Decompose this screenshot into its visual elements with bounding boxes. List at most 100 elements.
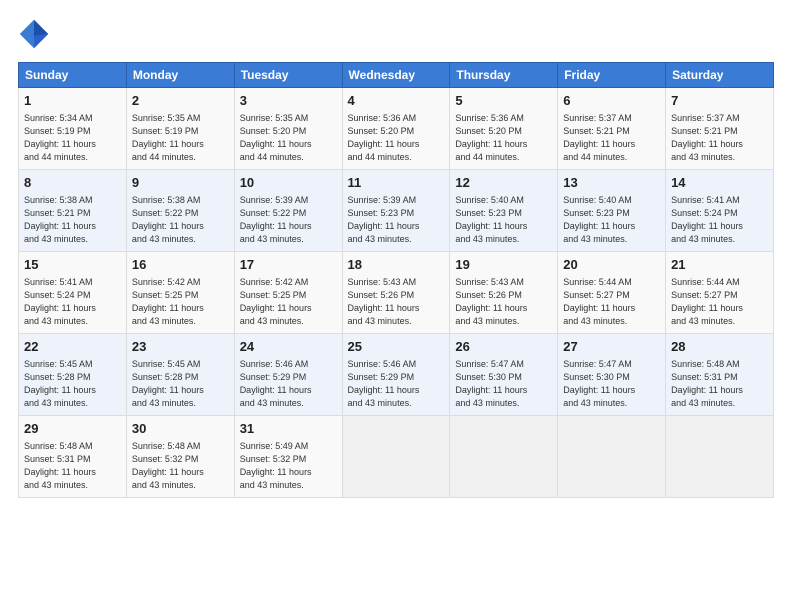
day-number: 13 [563, 174, 660, 192]
day-cell: 3 Sunrise: 5:35 AM Sunset: 5:20 PM Daylig… [234, 88, 342, 170]
day-cell: 12 Sunrise: 5:40 AM Sunset: 5:23 PM Dayli… [450, 170, 558, 252]
day-info: Sunrise: 5:35 AM Sunset: 5:20 PM Dayligh… [240, 112, 337, 164]
day-cell: 22Sunrise: 5:45 AM Sunset: 5:28 PM Dayli… [19, 334, 127, 416]
week-row-3: 15 Sunrise: 5:41 AM Sunset: 5:24 PM Dayli… [19, 252, 774, 334]
day-number: 8 [24, 174, 121, 192]
day-number: 30 [132, 420, 229, 438]
day-info: Sunrise: 5:36 AM Sunset: 5:20 PM Dayligh… [455, 112, 552, 164]
day-info: Sunrise: 5:42 AM Sunset: 5:25 PM Dayligh… [132, 276, 229, 328]
day-info: Sunrise: 5:43 AM Sunset: 5:26 PM Dayligh… [348, 276, 445, 328]
day-cell: 24 Sunrise: 5:46 AM Sunset: 5:29 PM Dayli… [234, 334, 342, 416]
day-cell: 11 Sunrise: 5:39 AM Sunset: 5:23 PM Dayli… [342, 170, 450, 252]
day-number: 3 [240, 92, 337, 110]
day-cell: 26 Sunrise: 5:47 AM Sunset: 5:30 PM Dayli… [450, 334, 558, 416]
day-cell: 19Sunrise: 5:43 AM Sunset: 5:26 PM Dayli… [450, 252, 558, 334]
day-info: Sunrise: 5:41 AM Sunset: 5:24 PM Dayligh… [24, 276, 121, 328]
day-cell: 15 Sunrise: 5:41 AM Sunset: 5:24 PM Dayli… [19, 252, 127, 334]
day-info: Sunrise: 5:44 AM Sunset: 5:27 PM Dayligh… [563, 276, 660, 328]
calendar-header: SundayMondayTuesdayWednesdayThursdayFrid… [19, 63, 774, 88]
day-cell: 16 Sunrise: 5:42 AM Sunset: 5:25 PM Dayli… [126, 252, 234, 334]
day-info: Sunrise: 5:35 AM Sunset: 5:19 PM Dayligh… [132, 112, 229, 164]
day-info: Sunrise: 5:48 AM Sunset: 5:31 PM Dayligh… [671, 358, 768, 410]
day-number: 16 [132, 256, 229, 274]
day-cell: 28 Sunrise: 5:48 AM Sunset: 5:31 PM Dayli… [666, 334, 774, 416]
day-number: 12 [455, 174, 552, 192]
day-number: 2 [132, 92, 229, 110]
day-info: Sunrise: 5:41 AM Sunset: 5:24 PM Dayligh… [671, 194, 768, 246]
day-info: Sunrise: 5:39 AM Sunset: 5:23 PM Dayligh… [348, 194, 445, 246]
day-info: Sunrise: 5:48 AM Sunset: 5:31 PM Dayligh… [24, 440, 121, 492]
day-number: 7 [671, 92, 768, 110]
logo-icon [18, 18, 50, 50]
header-cell-friday: Friday [558, 63, 666, 88]
day-cell [666, 416, 774, 498]
header-cell-monday: Monday [126, 63, 234, 88]
header [18, 18, 774, 50]
header-cell-wednesday: Wednesday [342, 63, 450, 88]
calendar-table: SundayMondayTuesdayWednesdayThursdayFrid… [18, 62, 774, 498]
day-number: 11 [348, 174, 445, 192]
day-cell [342, 416, 450, 498]
day-number: 18 [348, 256, 445, 274]
week-row-5: 29Sunrise: 5:48 AM Sunset: 5:31 PM Dayli… [19, 416, 774, 498]
day-number: 14 [671, 174, 768, 192]
day-number: 9 [132, 174, 229, 192]
day-number: 25 [348, 338, 445, 356]
day-number: 17 [240, 256, 337, 274]
day-number: 23 [132, 338, 229, 356]
logo [18, 18, 54, 50]
day-info: Sunrise: 5:39 AM Sunset: 5:22 PM Dayligh… [240, 194, 337, 246]
day-info: Sunrise: 5:38 AM Sunset: 5:22 PM Dayligh… [132, 194, 229, 246]
day-number: 26 [455, 338, 552, 356]
day-number: 24 [240, 338, 337, 356]
day-cell: 2 Sunrise: 5:35 AM Sunset: 5:19 PM Daylig… [126, 88, 234, 170]
header-cell-tuesday: Tuesday [234, 63, 342, 88]
day-cell: 13 Sunrise: 5:40 AM Sunset: 5:23 PM Dayli… [558, 170, 666, 252]
day-info: Sunrise: 5:48 AM Sunset: 5:32 PM Dayligh… [132, 440, 229, 492]
day-cell: 30 Sunrise: 5:48 AM Sunset: 5:32 PM Dayli… [126, 416, 234, 498]
day-info: Sunrise: 5:34 AM Sunset: 5:19 PM Dayligh… [24, 112, 121, 164]
day-number: 28 [671, 338, 768, 356]
day-number: 22 [24, 338, 121, 356]
day-number: 31 [240, 420, 337, 438]
day-info: Sunrise: 5:45 AM Sunset: 5:28 PM Dayligh… [132, 358, 229, 410]
day-cell: 20 Sunrise: 5:44 AM Sunset: 5:27 PM Dayli… [558, 252, 666, 334]
week-row-4: 22 Sunrise: 5:45 AM Sunset: 5:28 PM Dayli… [19, 334, 774, 416]
header-cell-thursday: Thursday [450, 63, 558, 88]
day-number: 10 [240, 174, 337, 192]
day-info: Sunrise: 5:37 AM Sunset: 5:21 PM Dayligh… [563, 112, 660, 164]
day-info: Sunrise: 5:38 AM Sunset: 5:21 PM Dayligh… [24, 194, 121, 246]
day-cell: 7 Sunrise: 5:37 AM Sunset: 5:21 PM Daylig… [666, 88, 774, 170]
day-info: Sunrise: 5:43 AM Sunset: 5:26 PM Dayligh… [455, 276, 552, 328]
day-cell: 10 Sunrise: 5:39 AM Sunset: 5:22 PM Dayli… [234, 170, 342, 252]
day-info: Sunrise: 5:40 AM Sunset: 5:23 PM Dayligh… [563, 194, 660, 246]
day-info: Sunrise: 5:42 AM Sunset: 5:25 PM Dayligh… [240, 276, 337, 328]
header-cell-sunday: Sunday [19, 63, 127, 88]
week-row-2: 8 Sunrise: 5:38 AM Sunset: 5:21 PM Daylig… [19, 170, 774, 252]
day-cell: 21Sunrise: 5:44 AM Sunset: 5:27 PM Dayli… [666, 252, 774, 334]
day-cell [558, 416, 666, 498]
day-cell: 31Sunrise: 5:49 AM Sunset: 5:32 PM Dayli… [234, 416, 342, 498]
week-row-1: 1Sunrise: 5:34 AM Sunset: 5:19 PM Daylig… [19, 88, 774, 170]
day-info: Sunrise: 5:47 AM Sunset: 5:30 PM Dayligh… [455, 358, 552, 410]
day-number: 15 [24, 256, 121, 274]
day-cell: 25 Sunrise: 5:46 AM Sunset: 5:29 PM Dayli… [342, 334, 450, 416]
day-cell: 8 Sunrise: 5:38 AM Sunset: 5:21 PM Daylig… [19, 170, 127, 252]
day-info: Sunrise: 5:47 AM Sunset: 5:30 PM Dayligh… [563, 358, 660, 410]
day-cell: 27Sunrise: 5:47 AM Sunset: 5:30 PM Dayli… [558, 334, 666, 416]
day-cell: 5 Sunrise: 5:36 AM Sunset: 5:20 PM Daylig… [450, 88, 558, 170]
day-cell: 9 Sunrise: 5:38 AM Sunset: 5:22 PM Daylig… [126, 170, 234, 252]
day-cell: 1Sunrise: 5:34 AM Sunset: 5:19 PM Daylig… [19, 88, 127, 170]
day-info: Sunrise: 5:46 AM Sunset: 5:29 PM Dayligh… [348, 358, 445, 410]
day-number: 20 [563, 256, 660, 274]
day-cell: 14 Sunrise: 5:41 AM Sunset: 5:24 PM Dayli… [666, 170, 774, 252]
day-number: 4 [348, 92, 445, 110]
day-info: Sunrise: 5:40 AM Sunset: 5:23 PM Dayligh… [455, 194, 552, 246]
day-info: Sunrise: 5:46 AM Sunset: 5:29 PM Dayligh… [240, 358, 337, 410]
day-number: 5 [455, 92, 552, 110]
header-row: SundayMondayTuesdayWednesdayThursdayFrid… [19, 63, 774, 88]
page: SundayMondayTuesdayWednesdayThursdayFrid… [0, 0, 792, 612]
day-info: Sunrise: 5:37 AM Sunset: 5:21 PM Dayligh… [671, 112, 768, 164]
day-cell: 23 Sunrise: 5:45 AM Sunset: 5:28 PM Dayli… [126, 334, 234, 416]
day-number: 21 [671, 256, 768, 274]
